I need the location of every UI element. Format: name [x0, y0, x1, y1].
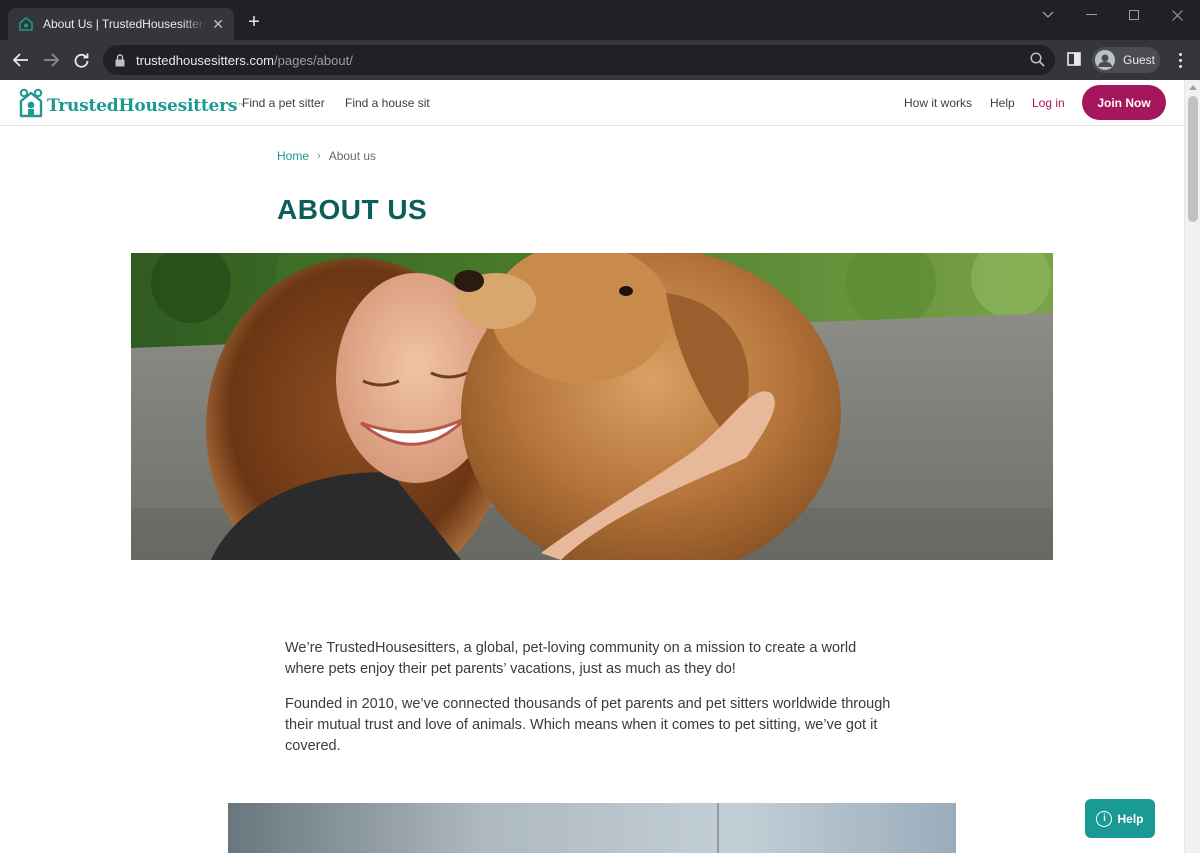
reload-icon[interactable] — [69, 48, 93, 72]
address-bar[interactable]: trustedhousesitters.com/pages/about/ — [103, 45, 1055, 75]
nav-find-house-sit[interactable]: Find a house sit — [345, 96, 430, 110]
page-scrollbar[interactable] — [1184, 80, 1200, 853]
lock-icon[interactable] — [115, 53, 127, 67]
breadcrumb: Home › About us — [277, 149, 376, 163]
info-icon: i — [1096, 810, 1113, 827]
tab-title: About Us | TrustedHousesitters.com — [43, 17, 207, 31]
zoom-magnifier-icon[interactable] — [1030, 52, 1045, 72]
scrollbar-thumb[interactable] — [1188, 96, 1198, 222]
browser-toolbar: trustedhousesitters.com/pages/about/ Gue… — [0, 40, 1200, 80]
kebab-menu-icon[interactable] — [1170, 50, 1190, 70]
woman-hugging-dog-photo-icon — [131, 253, 1053, 560]
profile-name: Guest — [1123, 53, 1156, 67]
nav-help[interactable]: Help — [990, 96, 1015, 110]
logo-wordmark: TrustedHousesitters — [47, 95, 238, 116]
forward-arrow-icon[interactable] — [39, 48, 63, 72]
about-body-copy: We’re TrustedHousesitters, a global, pet… — [285, 638, 895, 771]
help-widget-label: Help — [1117, 811, 1144, 826]
login-link[interactable]: Log in — [1032, 96, 1065, 110]
breadcrumb-home-link[interactable]: Home — [277, 149, 309, 163]
hero-image — [131, 253, 1053, 560]
maximize-icon[interactable] — [1122, 6, 1146, 24]
about-paragraph: We’re TrustedHousesitters, a global, pet… — [285, 640, 857, 677]
house-dog-logo-icon — [18, 88, 44, 123]
about-paragraph: Founded in 2010, we’ve connected thousan… — [285, 696, 891, 754]
profile-button[interactable]: Guest — [1092, 47, 1160, 73]
secondary-image — [228, 803, 956, 853]
url-host: trustedhousesitters.com — [136, 52, 275, 68]
minimize-icon[interactable] — [1080, 6, 1104, 24]
site-logo[interactable]: TrustedHousesitters ™ — [18, 88, 244, 123]
scroll-up-arrow-icon[interactable] — [1189, 85, 1197, 90]
page-title: ABOUT US — [277, 194, 428, 225]
breadcrumb-chevron-icon: › — [317, 150, 321, 162]
sky-landscape-photo-icon — [228, 803, 956, 853]
page-viewport: TrustedHousesitters ™ Find a pet sitter … — [0, 80, 1200, 853]
breadcrumb-current: About us — [328, 149, 377, 163]
nav-find-pet-sitter[interactable]: Find a pet sitter — [242, 96, 325, 110]
close-window-icon[interactable] — [1165, 6, 1189, 24]
side-panel-icon[interactable] — [1067, 52, 1081, 71]
trustedhousesitters-favicon-icon — [18, 16, 34, 32]
site-header: TrustedHousesitters ™ Find a pet sitter … — [0, 80, 1184, 126]
nav-how-it-works[interactable]: How it works — [904, 96, 972, 110]
help-widget-button[interactable]: i Help — [1085, 799, 1155, 838]
url-path: /pages/about/ — [274, 52, 353, 68]
back-arrow-icon[interactable] — [9, 48, 33, 72]
browser-tab-bar: About Us | TrustedHousesitters.com ✕ + — [0, 0, 1200, 40]
tab-close-icon[interactable]: ✕ — [212, 16, 224, 33]
url-text: trustedhousesitters.com/pages/about/ — [136, 53, 353, 68]
avatar-icon — [1095, 50, 1115, 70]
join-now-button[interactable]: Join Now — [1082, 85, 1166, 120]
tab-search-chevron-icon[interactable] — [1036, 6, 1060, 24]
browser-tab[interactable]: About Us | TrustedHousesitters.com ✕ — [8, 8, 234, 40]
new-tab-icon[interactable]: + — [244, 12, 264, 32]
